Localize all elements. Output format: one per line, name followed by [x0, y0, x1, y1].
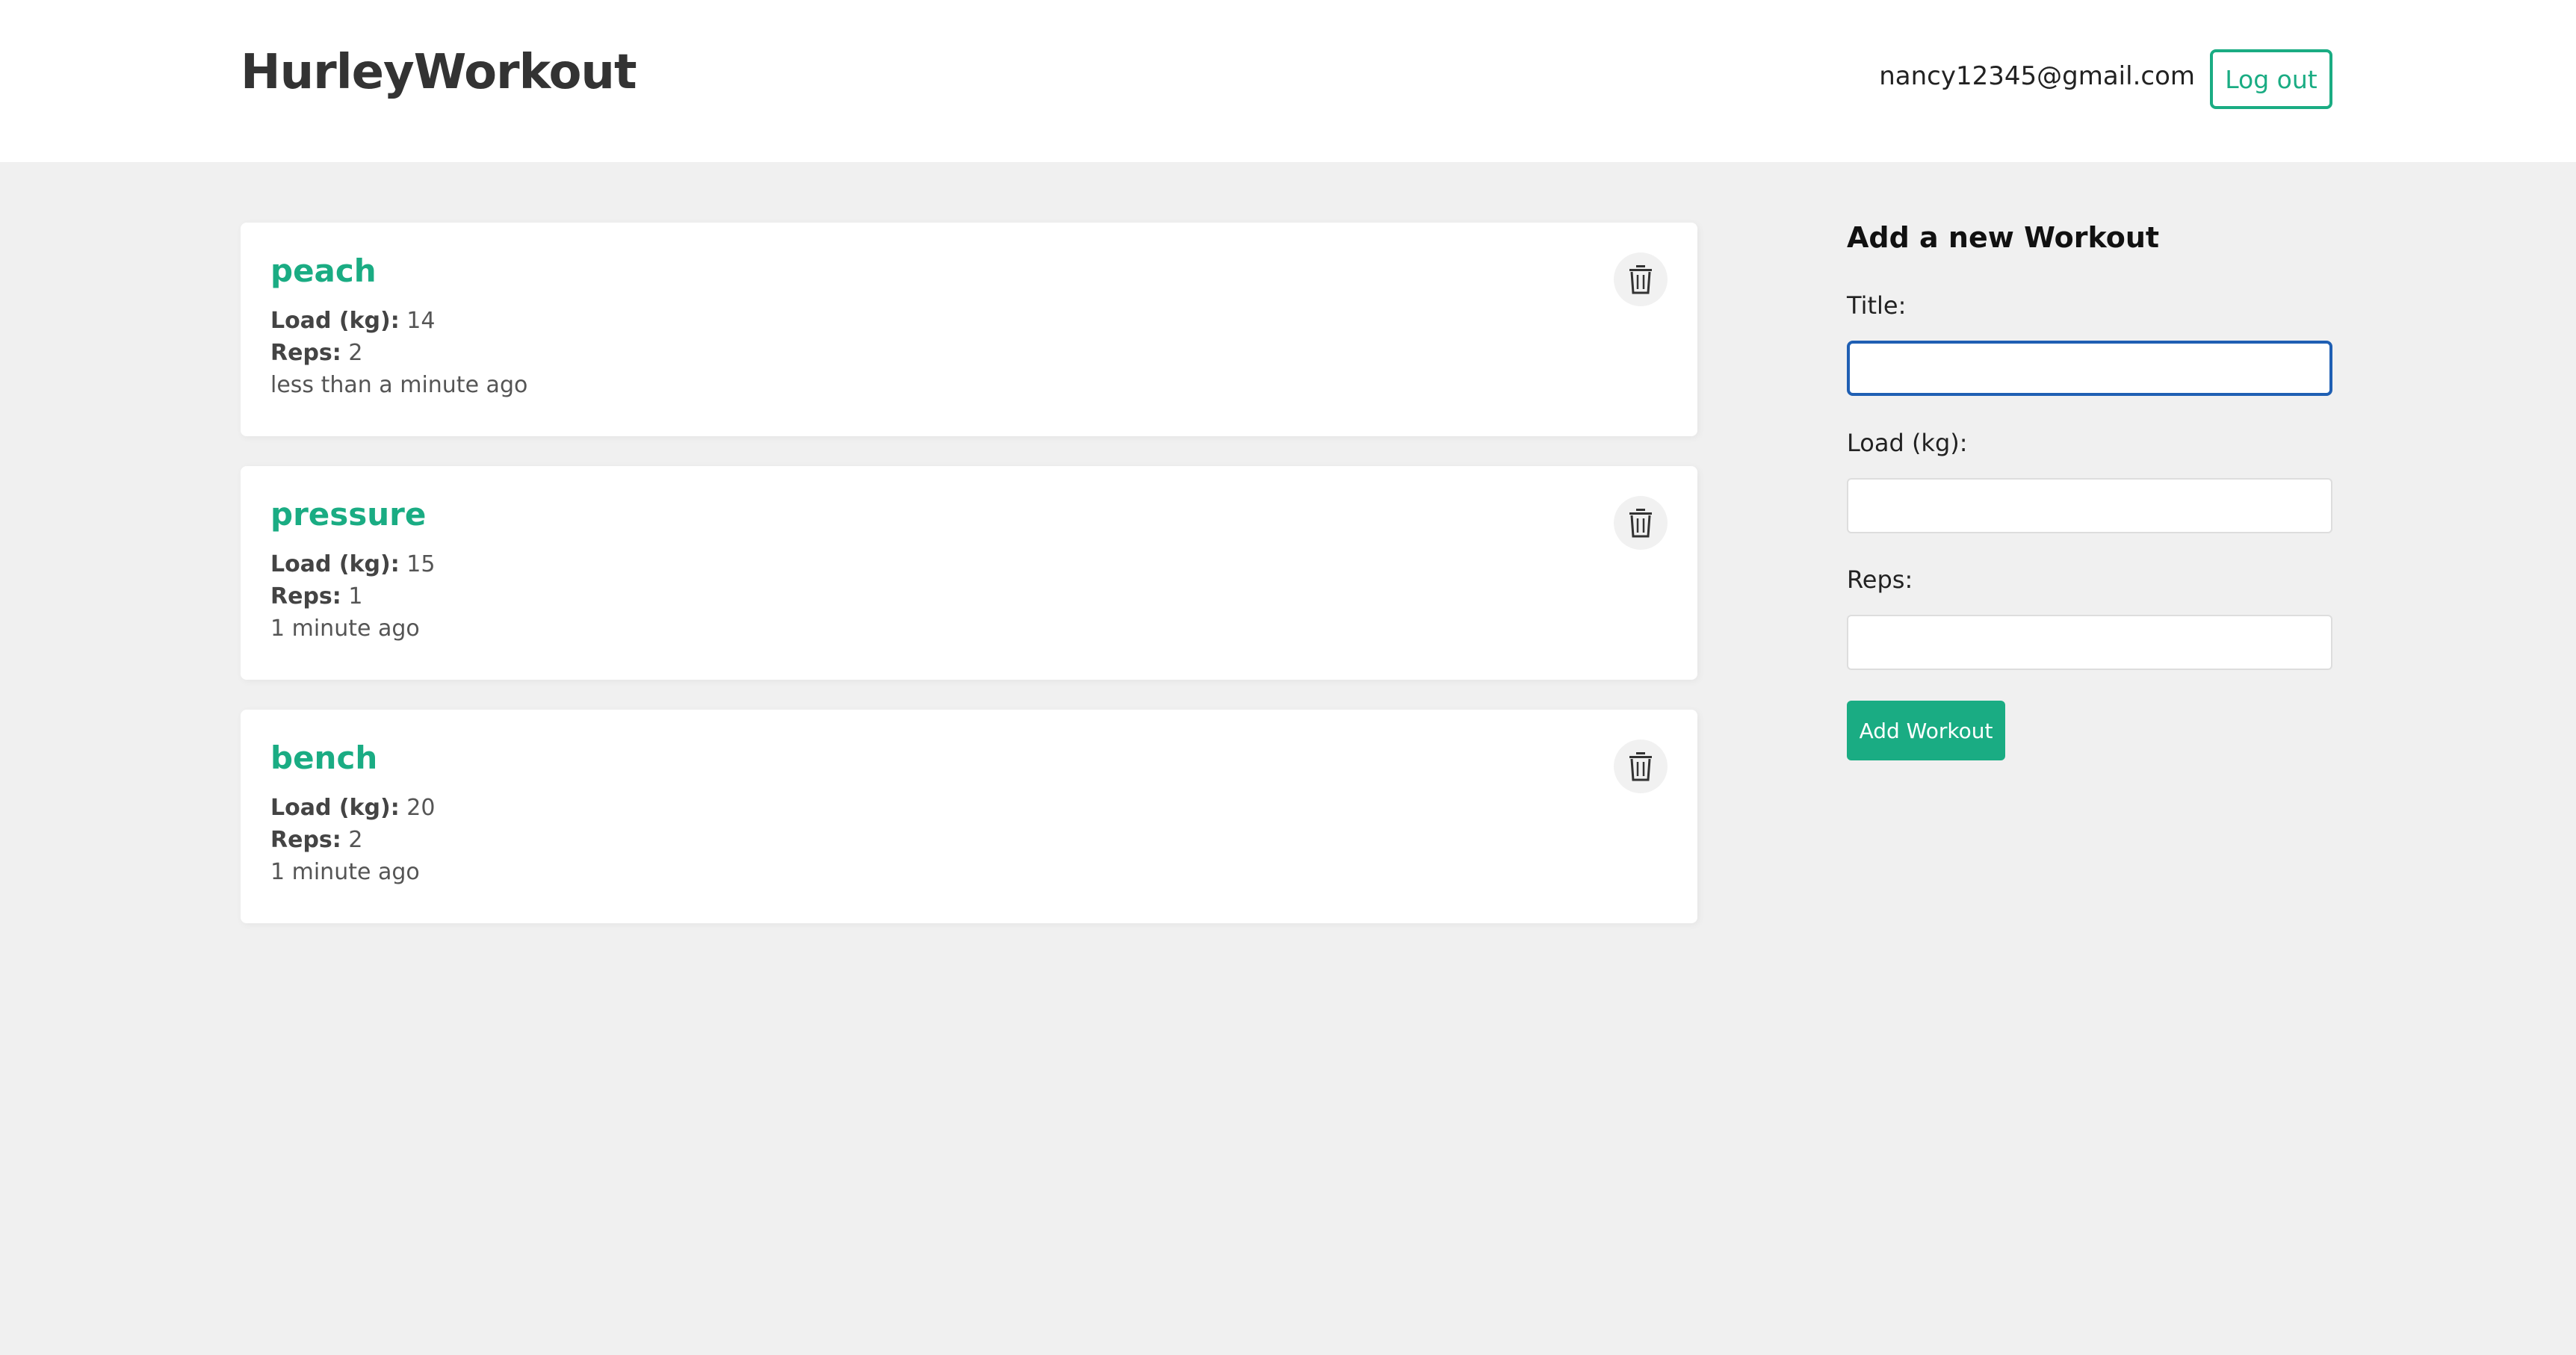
logout-button[interactable]: Log out: [2210, 49, 2332, 109]
app-logo-title[interactable]: HurleyWorkout: [241, 45, 637, 100]
delete-workout-button[interactable]: [1614, 496, 1668, 550]
workout-load: Load (kg): 15: [270, 551, 435, 577]
user-email: nancy12345@gmail.com: [1879, 61, 2195, 91]
workout-card: pressure Load (kg): 15 Reps: 1 1 minute …: [241, 466, 1697, 680]
workout-created-time: 1 minute ago: [270, 859, 420, 885]
trash-icon: [1629, 265, 1652, 294]
workout-reps-label: Reps:: [270, 583, 341, 610]
workout-load-value: 15: [406, 551, 436, 577]
workout-load-label: Load (kg):: [270, 795, 400, 821]
workout-load: Load (kg): 20: [270, 795, 435, 821]
reps-input[interactable]: [1847, 615, 2332, 670]
workout-card: bench Load (kg): 20 Reps: 2 1 minute ago: [241, 710, 1697, 923]
workout-card: peach Load (kg): 14 Reps: 2 less than a …: [241, 223, 1697, 436]
delete-workout-button[interactable]: [1614, 739, 1668, 793]
workout-reps: Reps: 2: [270, 340, 362, 366]
reps-label: Reps:: [1847, 565, 1913, 594]
workout-title: pressure: [270, 496, 427, 533]
top-navbar: HurleyWorkout nancy12345@gmail.com Log o…: [0, 0, 2576, 162]
add-workout-button[interactable]: Add Workout: [1847, 701, 2005, 760]
workout-created-time: less than a minute ago: [270, 372, 528, 398]
title-label: Title:: [1847, 291, 1907, 320]
trash-icon: [1629, 752, 1652, 781]
workout-title: peach: [270, 252, 377, 289]
load-input[interactable]: [1847, 478, 2332, 533]
workout-title: bench: [270, 739, 378, 776]
title-input[interactable]: [1847, 341, 2332, 396]
workout-load-label: Load (kg):: [270, 308, 400, 334]
workout-reps-value: 2: [348, 340, 363, 366]
workout-load-value: 14: [406, 308, 436, 334]
delete-workout-button[interactable]: [1614, 252, 1668, 306]
load-label: Load (kg):: [1847, 429, 1968, 457]
workout-reps-value: 2: [348, 827, 363, 853]
workout-load: Load (kg): 14: [270, 308, 435, 334]
workout-reps-label: Reps:: [270, 340, 341, 366]
workout-load-value: 20: [406, 795, 436, 821]
form-heading: Add a new Workout: [1847, 221, 2160, 254]
workout-created-time: 1 minute ago: [270, 616, 420, 642]
workout-reps: Reps: 2: [270, 827, 362, 853]
workout-reps-label: Reps:: [270, 827, 341, 853]
workout-reps-value: 1: [348, 583, 363, 610]
workout-reps: Reps: 1: [270, 583, 362, 610]
workout-load-label: Load (kg):: [270, 551, 400, 577]
trash-icon: [1629, 509, 1652, 538]
